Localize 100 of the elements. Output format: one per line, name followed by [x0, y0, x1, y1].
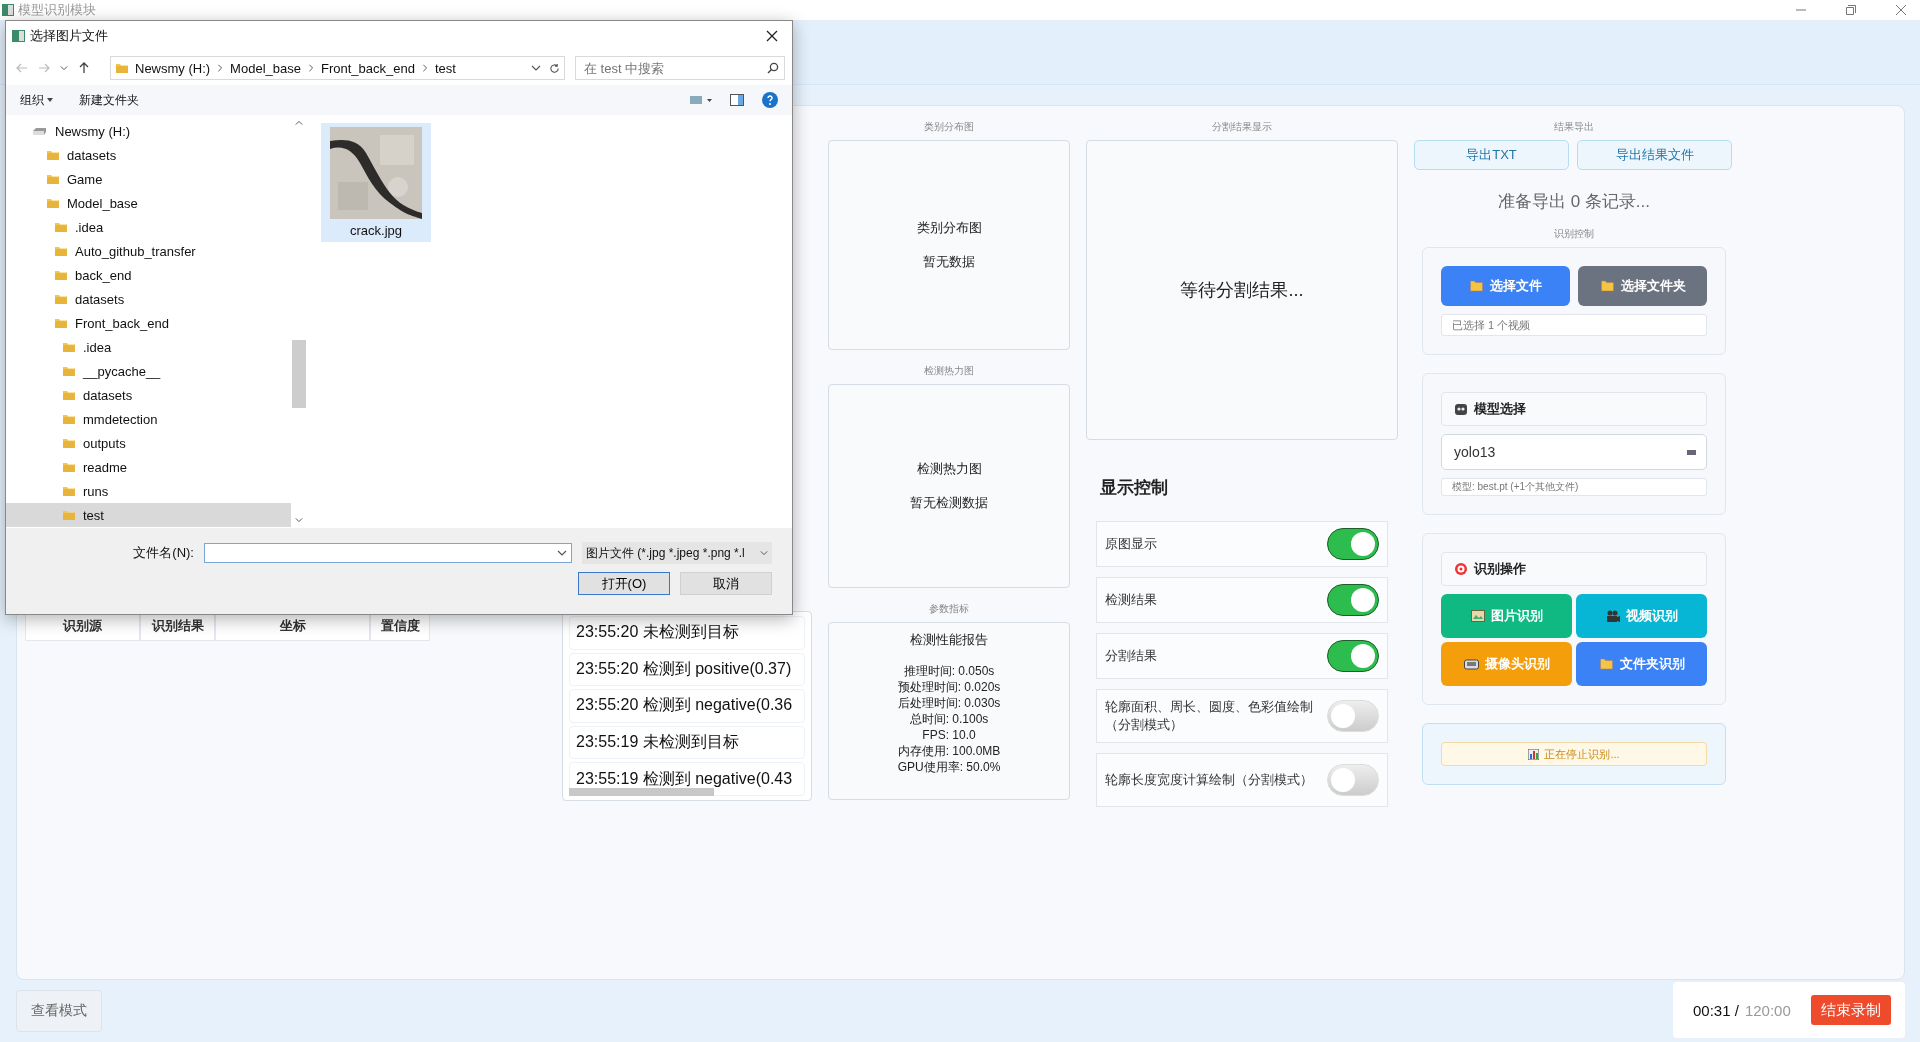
file-type-select[interactable]: 图片文件 (*.jpg *.jpeg *.png *.l — [582, 542, 772, 564]
address-bar[interactable]: Newsmy (H:) Model_base Front_back_end test — [110, 56, 565, 80]
folder-icon — [1599, 280, 1615, 292]
mode-button[interactable]: 查看模式 — [16, 990, 102, 1032]
camera-icon — [1463, 658, 1479, 670]
dropdown-icon — [1687, 449, 1696, 455]
robot-icon — [1454, 402, 1468, 416]
metric-line: 内存使用: 100.0MB — [897, 743, 1001, 759]
elapsed-time: 00:31 / — [1693, 1001, 1739, 1019]
breadcrumb[interactable]: test — [434, 60, 456, 76]
section-label: 识别控制 — [1553, 227, 1595, 241]
breadcrumb[interactable]: Front_back_end — [320, 60, 415, 76]
scroll-thumb[interactable] — [292, 340, 306, 408]
chevron-right-icon — [306, 64, 315, 72]
export-button[interactable]: 导出结果文件 — [1577, 140, 1732, 170]
card-title: 识别操作 — [1474, 560, 1526, 578]
chevron-down-icon — [557, 548, 567, 558]
file-name: crack.jpg — [350, 223, 402, 238]
folder-tree-item[interactable]: datasets — [6, 143, 291, 167]
folder-tree-item[interactable]: Auto_github_transfer — [6, 239, 291, 263]
preview-pane-icon[interactable] — [730, 94, 744, 106]
caret-icon — [47, 98, 53, 102]
help-icon[interactable] — [762, 92, 778, 108]
export-status: 准备导出 0 条记录... — [1496, 191, 1652, 213]
folder-icon — [62, 484, 76, 498]
metric-line: 预处理时间: 0.020s — [897, 679, 1001, 695]
folder-tree-item[interactable]: datasets — [6, 287, 291, 311]
log-entry: 23:55:20 检测到 negative(0.36 — [569, 689, 805, 723]
model-select[interactable]: yolo13 — [1441, 434, 1707, 470]
metric-line: FPS: 10.0 — [921, 727, 977, 743]
dialog-button[interactable]: 取消 — [680, 572, 772, 595]
new-folder-button[interactable]: 新建文件夹 — [79, 91, 139, 109]
chevron-right-icon — [420, 64, 429, 72]
close-icon[interactable] — [1896, 5, 1906, 15]
empty-message: 暂无检测数据 — [910, 494, 988, 512]
toggle-switch[interactable] — [1327, 640, 1379, 672]
folder-tree-item[interactable]: Newsmy (H:) — [6, 119, 291, 143]
folder-tree-item[interactable]: .idea — [6, 335, 291, 359]
organize-menu[interactable]: 组织 — [20, 91, 53, 109]
toggle-label: 原图显示 — [1105, 535, 1157, 553]
section-label: 参数指标 — [928, 602, 970, 616]
select-button[interactable]: 选择文件夹 — [1578, 266, 1707, 306]
target-icon — [1454, 562, 1468, 576]
action-button[interactable]: 文件夹识别 — [1576, 642, 1707, 686]
up-icon[interactable] — [78, 62, 90, 74]
folder-tree-item[interactable]: readme — [6, 455, 291, 479]
folder-tree-item[interactable]: mmdetection — [6, 407, 291, 431]
metric-line: 后处理时间: 0.030s — [897, 695, 1001, 711]
view-icon[interactable] — [690, 95, 712, 105]
folder-tree-item[interactable]: test — [6, 503, 291, 527]
folder-icon — [62, 508, 76, 522]
export-button[interactable]: 导出TXT — [1414, 140, 1569, 170]
toggle-label: 检测结果 — [1105, 591, 1157, 609]
section-label: 类别分布图 — [923, 120, 975, 134]
restore-icon[interactable] — [1846, 5, 1856, 15]
empty-message: 暂无数据 — [923, 253, 975, 271]
time-limit: 120:00 — [1744, 1001, 1791, 1019]
file-item[interactable]: crack.jpg — [321, 123, 431, 242]
folder-tree-item[interactable]: Game — [6, 167, 291, 191]
metric-line: GPU使用率: 50.0% — [897, 759, 1001, 775]
folder-tree-item[interactable]: .idea — [6, 215, 291, 239]
toggle-label: 分割结果 — [1105, 647, 1157, 665]
folder-tree-item[interactable]: __pycache__ — [6, 359, 291, 383]
chart-title: 类别分布图 — [916, 219, 982, 237]
status-message: 正在停止识别... — [1441, 742, 1707, 766]
image-icon — [1470, 610, 1485, 622]
window-title: 模型识别模块 — [18, 1, 96, 19]
waiting-message: 等待分割结果... — [1180, 279, 1304, 302]
scroll-down-icon — [295, 516, 303, 524]
folder-icon — [62, 460, 76, 474]
section-label: 分割结果显示 — [1211, 120, 1273, 134]
chevron-right-icon — [216, 64, 225, 72]
toggle-switch[interactable] — [1327, 584, 1379, 616]
folder-tree-item[interactable]: datasets — [6, 383, 291, 407]
history-icon — [60, 64, 68, 72]
dialog-button[interactable]: 打开(O) — [578, 572, 670, 595]
toggle-switch[interactable] — [1327, 528, 1379, 560]
select-button[interactable]: 选择文件 — [1441, 266, 1570, 306]
filename-label: 文件名(N): — [133, 544, 194, 562]
refresh-icon[interactable] — [549, 62, 560, 74]
folder-tree-item[interactable]: Front_back_end — [6, 311, 291, 335]
toggle-label: 轮廓长度宽度计算绘制（分割模式） — [1105, 771, 1313, 789]
log-entry: 23:55:19 未检测到目标 — [569, 725, 805, 760]
search-field[interactable]: 在 test 中搜索 — [575, 56, 785, 80]
app-icon — [2, 4, 14, 16]
folder-icon — [54, 220, 68, 234]
folder-icon — [46, 148, 60, 162]
stop-recording-button[interactable]: 结束录制 — [1811, 995, 1891, 1025]
folder-icon — [1598, 658, 1614, 670]
section-heading: 显示控制 — [1099, 477, 1169, 499]
folder-tree-item[interactable]: outputs — [6, 431, 291, 455]
dialog-icon — [12, 30, 25, 42]
folder-tree-item[interactable]: back_end — [6, 263, 291, 287]
folder-tree-item[interactable]: runs — [6, 479, 291, 503]
breadcrumb[interactable]: Model_base — [230, 60, 301, 76]
close-icon — [766, 30, 778, 42]
folder-tree-item[interactable]: Model_base — [6, 191, 291, 215]
filename-field[interactable] — [204, 543, 572, 563]
breadcrumb[interactable]: Newsmy (H:) — [135, 60, 211, 76]
model-caption: 模型: best.pt (+1个其他文件) — [1441, 478, 1707, 496]
